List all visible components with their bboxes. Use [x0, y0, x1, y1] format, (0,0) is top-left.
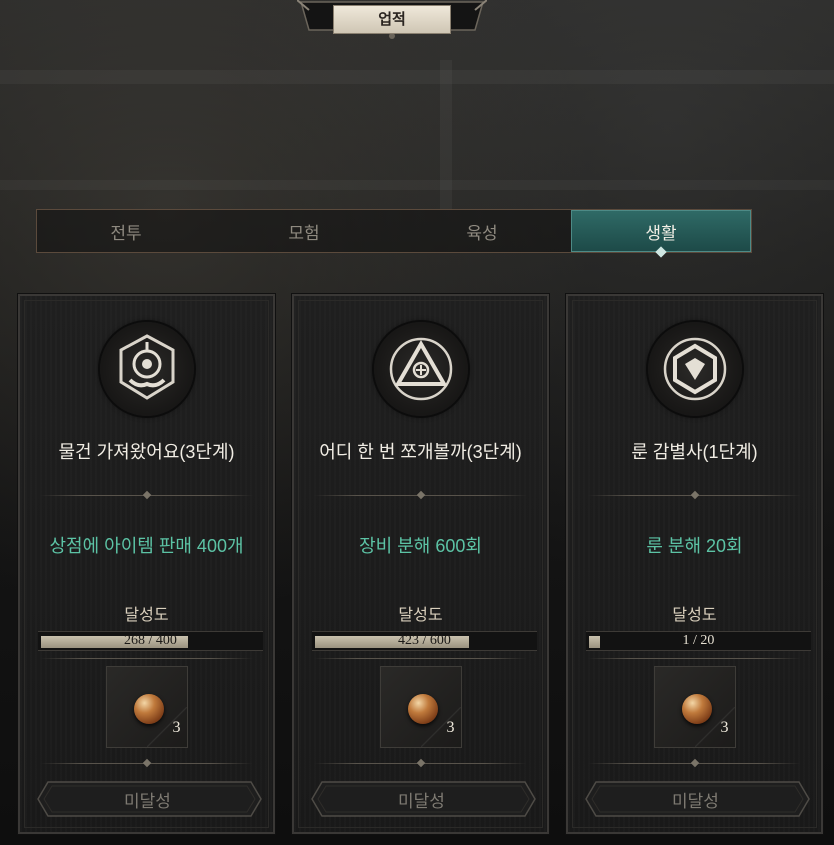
achievement-description: 룬 분해 20회	[646, 536, 743, 556]
bronze-coin-icon	[681, 694, 712, 724]
divider	[40, 654, 253, 664]
tab-label: 생활	[645, 223, 677, 243]
achievement-card: 물건 가져왔어요(3단계) 상점에 아이템 판매 400개 달성도 268 / …	[17, 293, 276, 835]
progress-bar: 423 / 600	[312, 631, 537, 651]
achievement-name: 룬 감별사(1단계)	[631, 442, 758, 462]
reward-slot[interactable]: 3	[379, 666, 462, 748]
window-title-plate: 업적	[297, 0, 487, 40]
tab-adventure[interactable]: 모험	[215, 210, 393, 252]
reward-slot[interactable]: 3	[653, 666, 736, 748]
background-beam	[440, 60, 452, 210]
achievement-name: 어디 한 번 쪼개볼까(3단계)	[319, 442, 522, 462]
claim-button-label: 미달성	[398, 791, 445, 811]
divider	[40, 758, 253, 769]
tab-label: 전투	[110, 223, 142, 243]
reward-slot[interactable]: 3	[105, 666, 188, 748]
claim-button[interactable]: 미달성	[310, 780, 536, 818]
background-beam	[0, 180, 834, 190]
reward-count: 3	[446, 719, 455, 736]
background-beam	[0, 70, 834, 84]
tab-life[interactable]: 생활	[571, 210, 751, 252]
bronze-coin-icon	[407, 694, 438, 724]
bronze-coin-icon	[133, 694, 164, 724]
achievement-name: 물건 가져왔어요(3단계)	[58, 442, 235, 462]
progress-text: 268 / 400	[124, 633, 177, 648]
claim-button-label: 미달성	[124, 791, 171, 811]
tab-combat[interactable]: 전투	[37, 210, 215, 252]
divider	[588, 654, 801, 664]
rune-emblem-icon	[647, 322, 742, 416]
progress-label: 달성도	[672, 607, 717, 624]
divider	[314, 490, 527, 501]
divider	[588, 758, 801, 769]
progress-label: 달성도	[124, 607, 169, 624]
achievement-description: 상점에 아이템 판매 400개	[49, 536, 244, 556]
progress-text: 1 / 20	[682, 633, 715, 648]
achievement-card: 룬 감별사(1단계) 룬 분해 20회 달성도 1 / 20 3 미달성	[565, 293, 824, 835]
claim-button[interactable]: 미달성	[36, 780, 262, 818]
dismantle-emblem-icon	[373, 322, 468, 416]
achievement-description: 장비 분해 600회	[359, 536, 482, 556]
claim-button-label: 미달성	[672, 791, 719, 811]
category-tab-bar: 전투 모험 육성 생활	[36, 209, 752, 253]
divider	[314, 758, 527, 769]
claim-button[interactable]: 미달성	[584, 780, 810, 818]
progress-label: 달성도	[398, 607, 443, 624]
reward-count: 3	[720, 719, 729, 736]
tab-label: 모험	[288, 223, 320, 243]
progress-text: 423 / 600	[398, 633, 451, 648]
divider	[314, 654, 527, 664]
progress-bar: 1 / 20	[586, 631, 811, 651]
merchant-emblem-icon	[99, 322, 194, 416]
divider	[40, 490, 253, 501]
divider	[588, 490, 801, 501]
tab-label: 육성	[466, 223, 498, 243]
page-title: 업적	[333, 4, 451, 34]
reward-count: 3	[172, 719, 181, 736]
achievement-card: 어디 한 번 쪼개볼까(3단계) 장비 분해 600회 달성도 423 / 60…	[291, 293, 550, 835]
tab-growth[interactable]: 육성	[393, 210, 571, 252]
progress-bar: 268 / 400	[38, 631, 263, 651]
